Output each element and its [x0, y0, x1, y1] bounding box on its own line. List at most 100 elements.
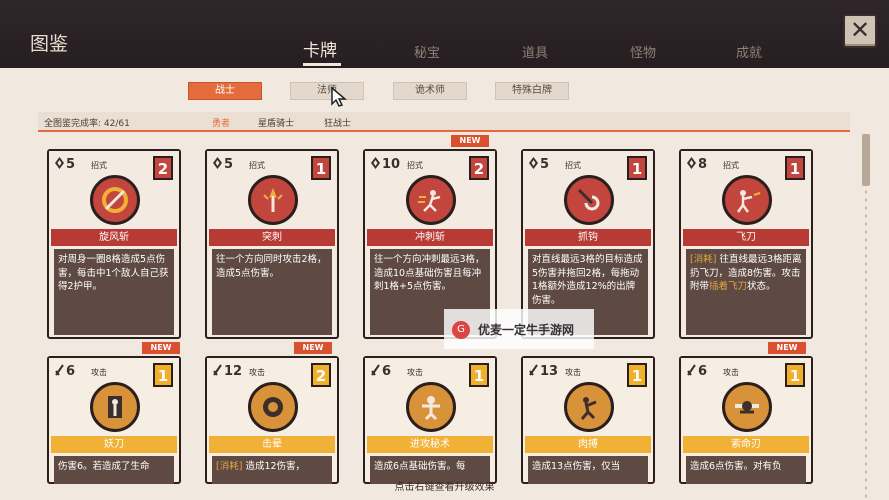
tab-cards[interactable]: 卡牌 — [303, 36, 337, 61]
brawl-art-icon — [564, 382, 614, 432]
energy-icon — [213, 157, 222, 169]
card-count: 2 — [153, 156, 173, 180]
card-name: 飞刀 — [683, 229, 809, 246]
thrust-art-icon — [248, 175, 298, 225]
tab-monsters[interactable]: 怪物 — [630, 42, 656, 61]
card-count: 1 — [153, 363, 173, 387]
sword-cost-icon — [529, 364, 538, 376]
card-cost: 6 — [371, 364, 391, 379]
watermark: G 优麦一定牛手游网 — [444, 309, 594, 349]
card-type: 招式 — [565, 161, 581, 170]
card-type: 攻击 — [723, 368, 739, 377]
category-tabs: 卡牌 秘宝 道具 怪物 成就 — [280, 30, 800, 68]
whirlwind-art-icon — [90, 175, 140, 225]
new-badge: NEW — [451, 135, 489, 147]
card-count: 1 — [469, 363, 489, 387]
sword-cost-icon — [213, 364, 222, 376]
card-name: 旋风斩 — [51, 229, 177, 246]
subclass-bar: 全图鉴完成率: 42/61 勇者 星盾骑士 狂战士 — [38, 112, 850, 132]
card-name: 妖刀 — [51, 436, 177, 453]
card-count: 2 — [311, 363, 331, 387]
card-type: 招式 — [91, 161, 107, 170]
card-name: 进攻秘术 — [367, 436, 493, 453]
card-whirlwind[interactable]: 5 招式 2 旋风斩 对周身一圈8格造成5点伤害，每击中1个敌人自己获得2护甲。 — [47, 149, 181, 339]
card-count: 1 — [785, 156, 805, 180]
new-badge: NEW — [294, 342, 332, 354]
card-cost: 5 — [213, 157, 233, 172]
offensive-arcana-art-icon — [406, 382, 456, 432]
energy-icon — [687, 157, 696, 169]
card-stun[interactable]: 12 攻击 2 击晕 [消耗] 造成12伤害， — [205, 356, 339, 484]
card-demon-blade[interactable]: 6 攻击 1 妖刀 伤害6。若造成了生命 — [47, 356, 181, 484]
class-tab-trickster[interactable]: 诡术师 — [393, 82, 467, 100]
card-reaper-blade[interactable]: 6 攻击 1 索命刃 造成6点伤害。对有负 — [679, 356, 813, 484]
card-count: 1 — [785, 363, 805, 387]
subclass-berserker[interactable]: 狂战士 — [324, 116, 351, 129]
card-thrust[interactable]: 5 招式 1 突刺 往一个方向同时攻击2格，造成5点伤害。 — [205, 149, 339, 339]
energy-icon — [371, 157, 380, 169]
sword-cost-icon — [55, 364, 64, 376]
sword-cost-icon — [371, 364, 380, 376]
sword-cost-icon — [687, 364, 696, 376]
footer-hint: 点击右键查看升级效果 — [394, 482, 495, 493]
card-type: 攻击 — [91, 368, 107, 377]
dash-slash-art-icon — [406, 175, 456, 225]
energy-icon — [55, 157, 64, 169]
page-title: 图鉴 — [30, 33, 69, 55]
scrollbar-track[interactable] — [863, 140, 869, 500]
card-name: 抓钩 — [525, 229, 651, 246]
class-tab-warrior[interactable]: 战士 — [188, 82, 262, 100]
card-type: 招式 — [407, 161, 423, 170]
energy-icon — [529, 157, 538, 169]
tab-relics[interactable]: 秘宝 — [414, 42, 440, 61]
card-type: 攻击 — [407, 368, 423, 377]
card-offensive-arcana[interactable]: 6 攻击 1 进攻秘术 造成6点基础伤害。每 — [363, 356, 497, 484]
card-cost: 6 — [687, 364, 707, 379]
card-cost: 5 — [55, 157, 75, 172]
card-compendium-screen: 图鉴 卡牌 秘宝 道具 怪物 成就 ✕ 战士 法师 诡术师 特殊白牌 全图鉴完成… — [0, 0, 889, 500]
scrollbar-thumb[interactable] — [862, 134, 870, 186]
close-button[interactable]: ✕ — [843, 14, 877, 48]
card-type: 招式 — [723, 161, 739, 170]
card-count: 1 — [627, 156, 647, 180]
card-cost: 10 — [371, 157, 400, 172]
card-cost: 12 — [213, 364, 242, 379]
demon-blade-art-icon — [90, 382, 140, 432]
card-type: 招式 — [249, 161, 265, 170]
stun-art-icon — [248, 382, 298, 432]
subclass-star-shield-knight[interactable]: 星盾骑士 — [258, 116, 294, 129]
card-cost: 6 — [55, 364, 75, 379]
card-name: 冲刺斩 — [367, 229, 493, 246]
card-flying-knife[interactable]: 8 招式 1 飞刀 [消耗] 往直线最远3格距离扔飞刀，造成8伤害。攻击附带插着… — [679, 149, 813, 339]
card-count: 2 — [469, 156, 489, 180]
card-type: 攻击 — [249, 368, 265, 377]
card-description: 对周身一圈8格造成5点伤害，每击中1个敌人自己获得2护甲。 — [54, 249, 174, 335]
new-badge: NEW — [142, 342, 180, 354]
new-badge: NEW — [768, 342, 806, 354]
card-name: 索命刃 — [683, 436, 809, 453]
grappling-hook-art-icon — [564, 175, 614, 225]
card-description: [消耗] 往直线最远3格距离扔飞刀，造成8伤害。攻击附带插着飞刀状态。 — [686, 249, 806, 335]
card-brawl[interactable]: 13 攻击 1 肉搏 造成13点伤害，仅当 — [521, 356, 655, 484]
mouse-cursor-icon — [331, 86, 348, 107]
card-count: 1 — [627, 363, 647, 387]
card-cost: 8 — [687, 157, 707, 172]
card-name: 肉搏 — [525, 436, 651, 453]
card-type: 攻击 — [565, 368, 581, 377]
card-name: 击晕 — [209, 436, 335, 453]
subclass-hero[interactable]: 勇者 — [212, 116, 230, 129]
class-tab-mage[interactable]: 法师 — [290, 82, 364, 100]
watermark-logo-icon: G — [452, 321, 470, 339]
tab-achievements[interactable]: 成就 — [736, 42, 762, 61]
class-tab-special-white[interactable]: 特殊白牌 — [495, 82, 569, 100]
card-count: 1 — [311, 156, 331, 180]
header-bar: 图鉴 卡牌 秘宝 道具 怪物 成就 ✕ — [0, 0, 889, 68]
card-name: 突刺 — [209, 229, 335, 246]
flying-knife-art-icon — [722, 175, 772, 225]
tab-items[interactable]: 道具 — [522, 42, 548, 61]
reaper-blade-art-icon — [722, 382, 772, 432]
watermark-text: 优麦一定牛手游网 — [478, 323, 575, 337]
active-tab-underline — [303, 63, 341, 66]
card-cost: 5 — [529, 157, 549, 172]
close-icon: ✕ — [849, 16, 871, 44]
